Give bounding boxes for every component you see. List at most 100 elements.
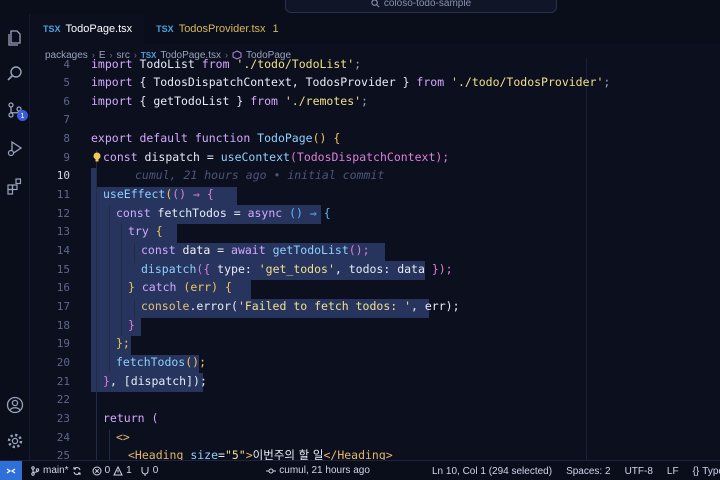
line-number: 12 [56,206,70,220]
line-number: 9 [63,150,70,164]
line-number: 11 [56,187,70,201]
line-number: 19 [56,336,70,350]
line-number: 18 [56,318,70,332]
error-icon [92,466,102,475]
port-icon [141,466,149,476]
line-number: 4 [63,58,70,71]
code-line: 9 const dispatch = useContext(TodosDispa… [31,148,720,167]
problems-status[interactable]: 0 1 [92,465,132,476]
ports-status[interactable]: 0 [140,465,159,476]
gear-icon[interactable] [5,431,25,451]
braces-icon: {} [692,465,700,477]
code-line: 22 [31,390,720,409]
line-number: 25 [56,448,70,460]
status-bar: main* 0 1 0 cumul, 21 hours ago Ln 10, C… [0,460,720,480]
code-text: dispatch({ type: 'get_todos', todos: dat… [141,262,453,277]
line-number: 10 [56,168,70,182]
account-icon[interactable] [5,395,25,415]
tsx-file-icon: TSX [43,24,61,34]
warning-icon [113,465,123,475]
code-text: } [128,318,135,333]
sync-icon [73,466,81,475]
code-line: 23 return ( [31,409,720,428]
code-text: return ( [103,411,159,426]
tsx-file-icon: TSX [156,24,174,34]
code-text: <> [116,430,130,445]
cursor-position[interactable]: Ln 10, Col 1 (294 selected) [432,466,552,477]
code-line: 17 console.error('Failed to fetch todos:… [31,297,720,316]
lightbulb-icon[interactable] [91,151,103,163]
code-text: import TodoList from './todo/TodoList'; [91,58,362,72]
status-right: Ln 10, Col 1 (294 selected) Spaces: 2 UT… [432,461,720,480]
line-number: 21 [56,374,70,388]
git-blame-status[interactable]: cumul, 21 hours ago [266,465,370,476]
tab-todopage[interactable]: TSX TodoPage.tsx [31,14,145,44]
line-number: 17 [56,299,70,313]
window-title: coloso-todo-sample [383,0,472,9]
remote-icon [6,468,16,473]
problem-count: 1 [272,23,279,35]
code-line: 12 const fetchTodos = async () ⇒ { [31,204,720,223]
code-line: 21 }, [dispatch]); [31,372,720,391]
code-line: 14 const data = await getTodoList(); [31,241,720,260]
code-text: } catch (err) { [128,280,232,295]
line-number: 14 [56,243,70,257]
line-number: 5 [63,75,70,89]
extensions-icon[interactable] [5,176,25,196]
code-text: import { TodosDispatchContext, TodosProv… [91,75,611,90]
language-label: Type [702,465,720,477]
end-of-line[interactable]: LF [667,466,679,477]
scm-badge: 1 [17,110,28,121]
branch-icon [31,465,40,476]
warning-count: 1 [126,465,132,476]
code-line: 15 dispatch({ type: 'get_todos', todos: … [31,260,720,279]
tab-label: TodosProvider.tsx [178,23,266,35]
line-number: 15 [56,262,70,276]
error-count: 0 [104,465,111,476]
search-icon[interactable] [5,64,25,84]
branch-name: main* [43,465,69,476]
title-bar: coloso-todo-sample [0,0,720,14]
code-text: const data = await getTodoList(); [141,243,370,258]
code-text: const dispatch = useContext(TodosDispatc… [103,150,450,165]
git-blame-text: cumul, 21 hours ago [279,465,370,476]
line-number: 7 [63,112,70,126]
code-line: 19 }; [31,334,720,353]
code-line: 5 import { TodosDispatchContext, TodosPr… [31,73,720,92]
code-line: 8 export default function TodoPage() { [31,129,720,148]
source-control-icon[interactable]: 1 [5,100,28,121]
tab-todosprovider[interactable]: TSX TodosProvider.tsx 1 [144,14,290,44]
code-line: 16 } catch (err) { [31,278,720,297]
git-blame-annotation: cumul, 21 hours ago • initial commit [135,168,385,183]
line-number: 8 [63,131,70,145]
code-line: 6 import { getTodoList } from './remotes… [31,92,720,111]
ports-count: 0 [152,465,159,476]
line-number: 24 [56,430,70,444]
code-text: }; [116,336,130,351]
code-line: 4 import TodoList from './todo/TodoList'… [31,58,720,74]
code-text: try { [128,224,163,239]
code-line: 24 <> [31,428,720,447]
encoding[interactable]: UTF-8 [625,466,653,477]
commit-icon [266,468,277,473]
code-text: export default function TodoPage() { [91,131,341,146]
line-number: 13 [56,224,70,238]
line-number: 23 [56,411,70,425]
command-center[interactable]: coloso-todo-sample [285,0,557,13]
indentation[interactable]: Spaces: 2 [566,466,610,477]
code-line: 10 cumul, 21 hours ago • initial commit [31,166,720,185]
remote-indicator[interactable] [0,460,22,480]
run-debug-icon[interactable] [5,138,25,158]
code-text: <Heading size="5">이번주의 할 일</Heading> [128,448,393,460]
code-editor[interactable]: 4 import TodoList from './todo/TodoList'… [31,58,720,460]
branch-status[interactable]: main* [30,465,82,476]
tab-label: TodoPage.tsx [65,23,133,35]
explorer-icon[interactable] [5,28,25,48]
code-text: fetchTodos(); [116,355,207,370]
line-number: 16 [56,280,70,294]
code-line: 11 useEffect(() ⇒ { [31,185,720,204]
language-mode[interactable]: {} Type [693,466,720,477]
line-number: 22 [56,392,70,406]
code-line: 18 } [31,316,720,335]
activity-bar: 1 [0,14,30,460]
